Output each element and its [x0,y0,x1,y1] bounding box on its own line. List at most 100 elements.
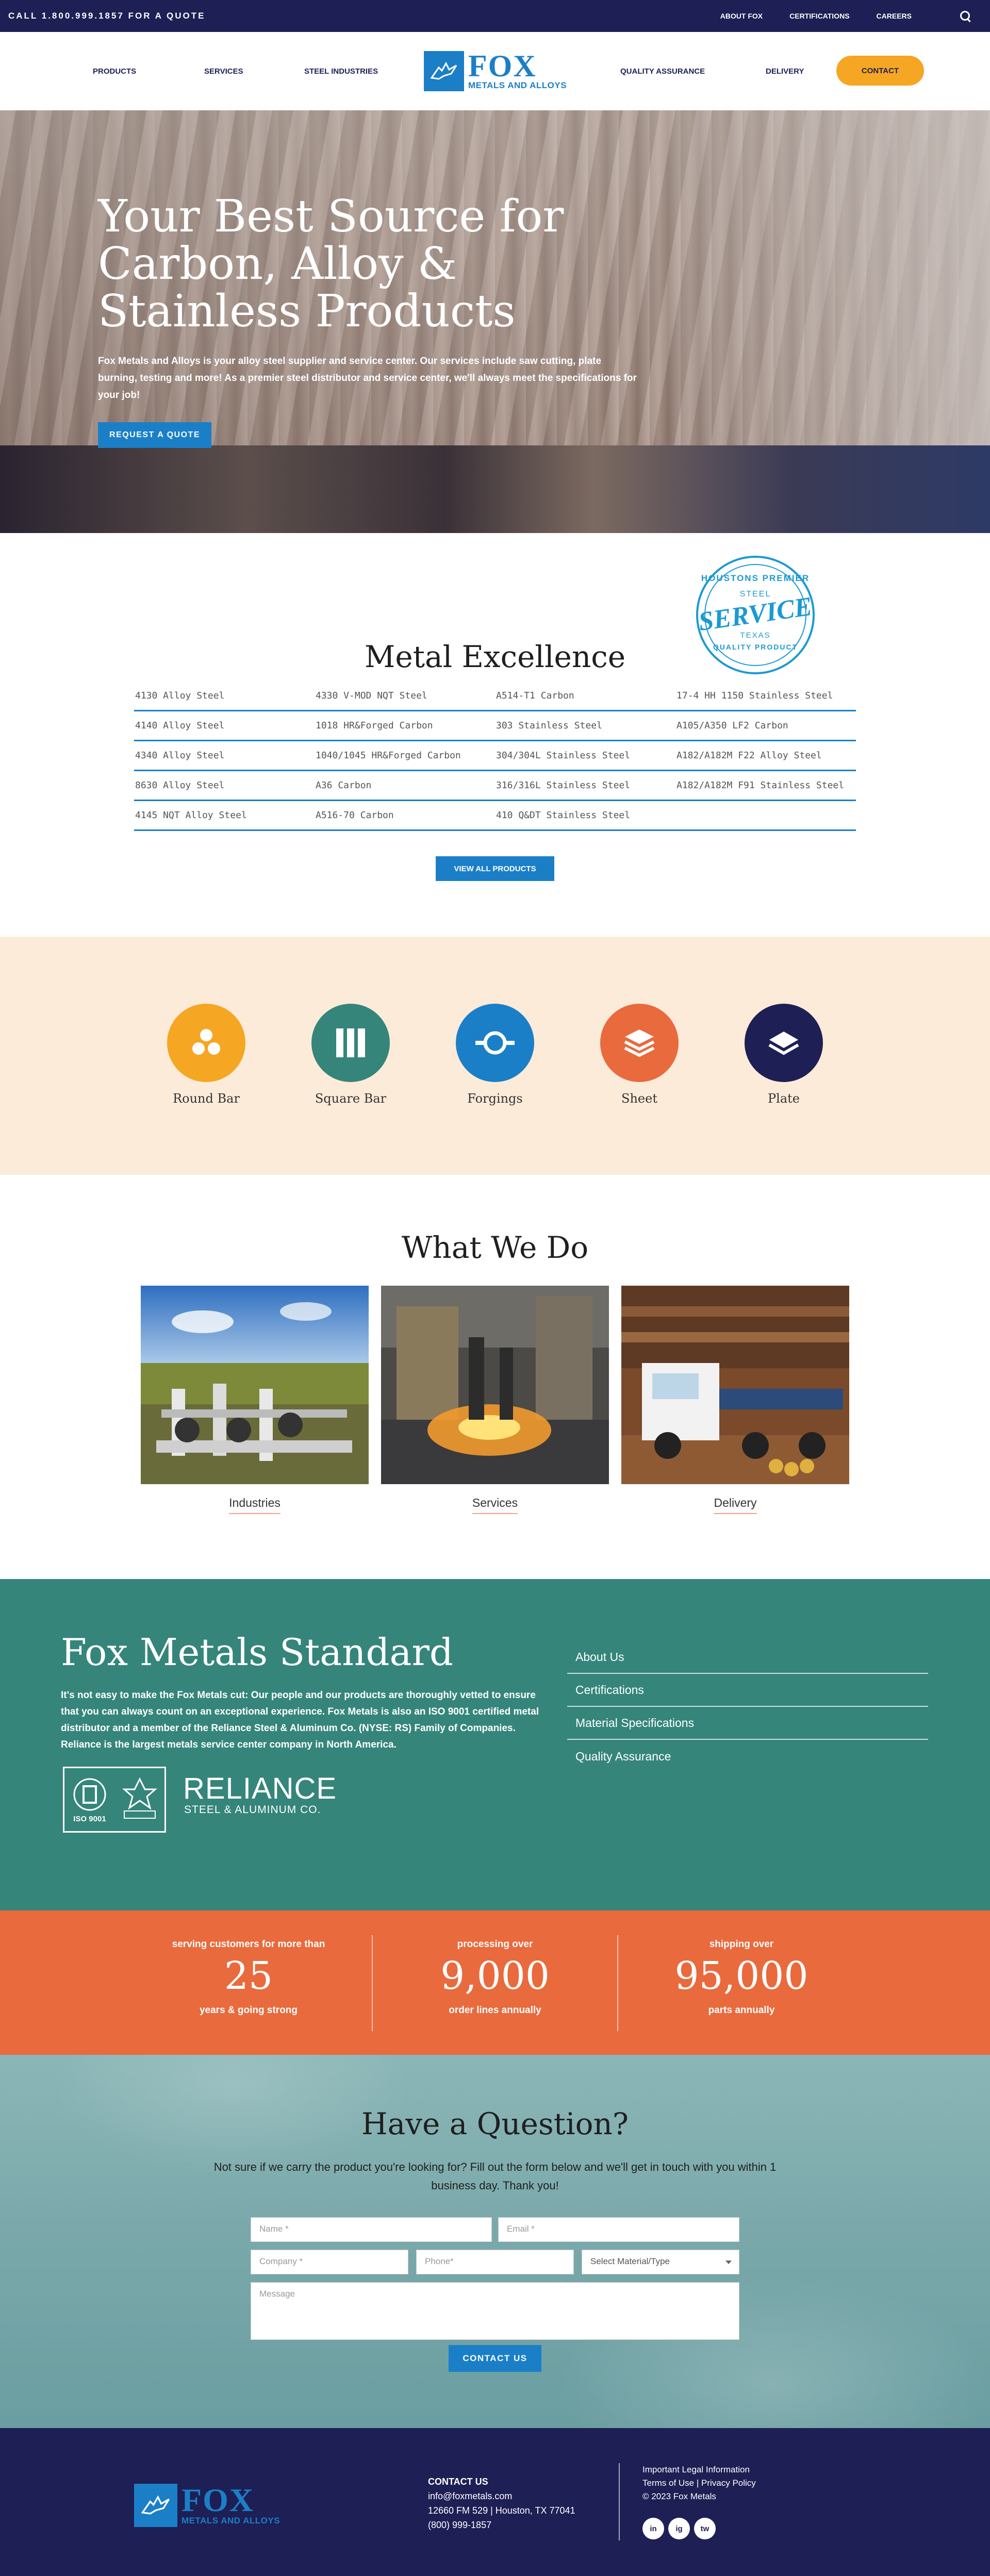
grade-row: 4140 Alloy Steel 1018 HR&Forged Carbon 3… [134,711,856,741]
footer: FOX METALS AND ALLOYS CONTACT US info@fo… [0,2428,990,2576]
company-field[interactable]: Company * [251,2250,408,2274]
card-caption: Industries [229,1496,280,1514]
footer-contact: CONTACT US info@foxmetals.com 12660 FM 5… [428,2474,575,2532]
shape-square-bar[interactable]: Square Bar [299,1004,402,1106]
name-field[interactable]: Name * [251,2217,492,2242]
grade-link[interactable]: 4145 NQT Alloy Steel [134,810,315,821]
grade-link[interactable]: 4140 Alloy Steel [134,720,315,731]
standard-description: It's not easy to make the Fox Metals cut… [61,1690,539,1750]
plate-icon [745,1004,823,1082]
certifications-link[interactable]: CERTIFICATIONS [789,12,849,20]
footer-contact-heading: CONTACT US [428,2477,488,2487]
legal-information-link[interactable]: Important Legal Information [642,2463,756,2477]
terms-privacy-links[interactable]: Terms of Use | Privacy Policy [642,2477,756,2490]
linkedin-icon[interactable]: in [642,2518,664,2539]
grade-link[interactable]: A516-70 Carbon [315,810,495,821]
grade-link[interactable]: A36 Carbon [315,780,495,791]
contact-button[interactable]: CONTACT [836,56,924,86]
stat-above: shipping over [709,1939,774,1950]
forgings-icon [456,1004,534,1082]
hero-description: Fox Metals and Alloys is your alloy stee… [98,356,637,401]
nav-products[interactable]: PRODUCTS [93,67,136,76]
grade-row: 4340 Alloy Steel 1040/1045 HR&Forged Car… [134,741,856,771]
grade-link[interactable]: 304/304L Stainless Steel [495,750,675,761]
grade-link[interactable]: 303 Stainless Steel [495,720,675,731]
grade-link[interactable]: A182/A182M F22 Alloy Steel [675,750,856,761]
nav-delivery[interactable]: DELIVERY [766,67,804,76]
stamp-texas-text: TEXAS [740,631,771,640]
card-caption: Delivery [714,1496,757,1514]
phone-field[interactable]: Phone* [416,2250,574,2274]
stat-above: processing over [457,1939,533,1950]
reliance-logo: RELIANCE STEEL & ALUMINUM CO. [183,1774,337,1816]
search-icon[interactable] [959,10,971,22]
grade-link[interactable]: A105/A350 LF2 Carbon [675,720,856,731]
fox-logo[interactable]: FOX METALS AND ALLOYS [424,51,567,91]
logo-name: FOX [468,49,537,83]
logo-tagline: METALS AND ALLOYS [468,80,567,90]
product-shapes-section: Round Bar Square Bar Forgings Sheet Plat… [0,937,990,1175]
grade-link[interactable]: 1018 HR&Forged Carbon [315,720,495,731]
twitter-icon[interactable]: tw [694,2518,716,2539]
shape-round-bar[interactable]: Round Bar [155,1004,258,1106]
card-services[interactable]: Services [381,1286,609,1514]
grade-link[interactable]: 316/316L Stainless Steel [495,780,675,791]
stat-years: serving customers for more than 25 years… [125,1939,372,2016]
instagram-icon[interactable]: ig [668,2518,690,2539]
certifications-link[interactable]: Certifications [567,1674,928,1707]
nav-services[interactable]: SERVICES [204,67,243,76]
grade-link[interactable]: 4130 Alloy Steel [134,690,315,701]
stat-value: 25 [224,1954,273,1998]
stat-value: 95,000 [674,1954,808,1998]
shape-label: Round Bar [173,1091,240,1106]
grade-link[interactable]: 4340 Alloy Steel [134,750,315,761]
logo-name: FOX [182,2482,255,2518]
hero-background-wall [681,110,990,445]
quality-assurance-link[interactable]: Quality Assurance [567,1740,928,1773]
question-description: Not sure if we carry the product you're … [213,2160,777,2192]
stats-section: serving customers for more than 25 years… [0,1910,990,2055]
footer-address: 12660 FM 529 | Houston, TX 77041 [428,2505,575,2516]
stat-below: order lines annually [449,2005,541,2016]
fox-logo-icon [424,51,464,91]
grade-link[interactable]: 17-4 HH 1150 Stainless Steel [675,690,856,701]
grade-link[interactable]: 4330 V-MOD NQT Steel [315,690,495,701]
card-delivery[interactable]: Delivery [621,1286,849,1514]
footer-phone-link[interactable]: (800) 999-1857 [428,2518,575,2532]
grade-link[interactable]: A514-T1 Carbon [495,690,675,701]
iso-certified-icon: ISO 9001 [73,1778,106,1823]
careers-link[interactable]: CAREERS [877,12,912,20]
material-type-select[interactable]: Select Material/Type [582,2250,739,2274]
footer-fox-logo[interactable]: FOX METALS AND ALLOYS [134,2484,280,2527]
stat-parts: shipping over 95,000 parts annually [618,1939,865,2016]
fox-logo-icon [134,2484,177,2527]
shape-label: Plate [768,1091,800,1106]
grade-link[interactable]: 410 Q&DT Stainless Steel [495,810,675,821]
reliance-subtitle: STEEL & ALUMINUM CO. [184,1804,321,1816]
nav-quality-assurance[interactable]: QUALITY ASSURANCE [620,67,705,76]
request-quote-button[interactable]: REQUEST A QUOTE [98,422,211,448]
card-industries[interactable]: Industries [141,1286,369,1514]
footer-email-link[interactable]: info@foxmetals.com [428,2489,575,2503]
top-bar: CALL 1.800.999.1857 FOR A QUOTE ABOUT FO… [0,0,990,32]
footer-legal: Important Legal Information Terms of Use… [642,2463,756,2503]
call-for-quote-link[interactable]: CALL 1.800.999.1857 FOR A QUOTE [8,11,205,21]
industries-image [141,1286,369,1484]
shape-forgings[interactable]: Forgings [443,1004,547,1106]
grade-link[interactable]: 8630 Alloy Steel [134,780,315,791]
shape-sheet[interactable]: Sheet [588,1004,691,1106]
grade-link[interactable]: 1040/1045 HR&Forged Carbon [315,750,495,761]
message-field[interactable]: Message [251,2282,739,2340]
material-specifications-link[interactable]: Material Specifications [567,1707,928,1740]
view-all-products-button[interactable]: VIEW ALL PRODUCTS [436,856,554,881]
copyright: © 2023 Fox Metals [642,2491,716,2501]
email-field[interactable]: Email * [498,2217,739,2242]
logo-tagline: METALS AND ALLOYS [182,2516,280,2525]
nav-steel-industries[interactable]: STEEL INDUSTRIES [304,67,378,76]
about-us-link[interactable]: About Us [567,1641,928,1674]
contact-us-submit-button[interactable]: CONTACT US [449,2345,541,2372]
about-fox-link[interactable]: ABOUT FOX [720,12,763,20]
shape-plate[interactable]: Plate [732,1004,835,1106]
grade-link[interactable]: A182/A182M F91 Stainless Steel [675,780,856,791]
shape-label: Sheet [621,1091,657,1106]
